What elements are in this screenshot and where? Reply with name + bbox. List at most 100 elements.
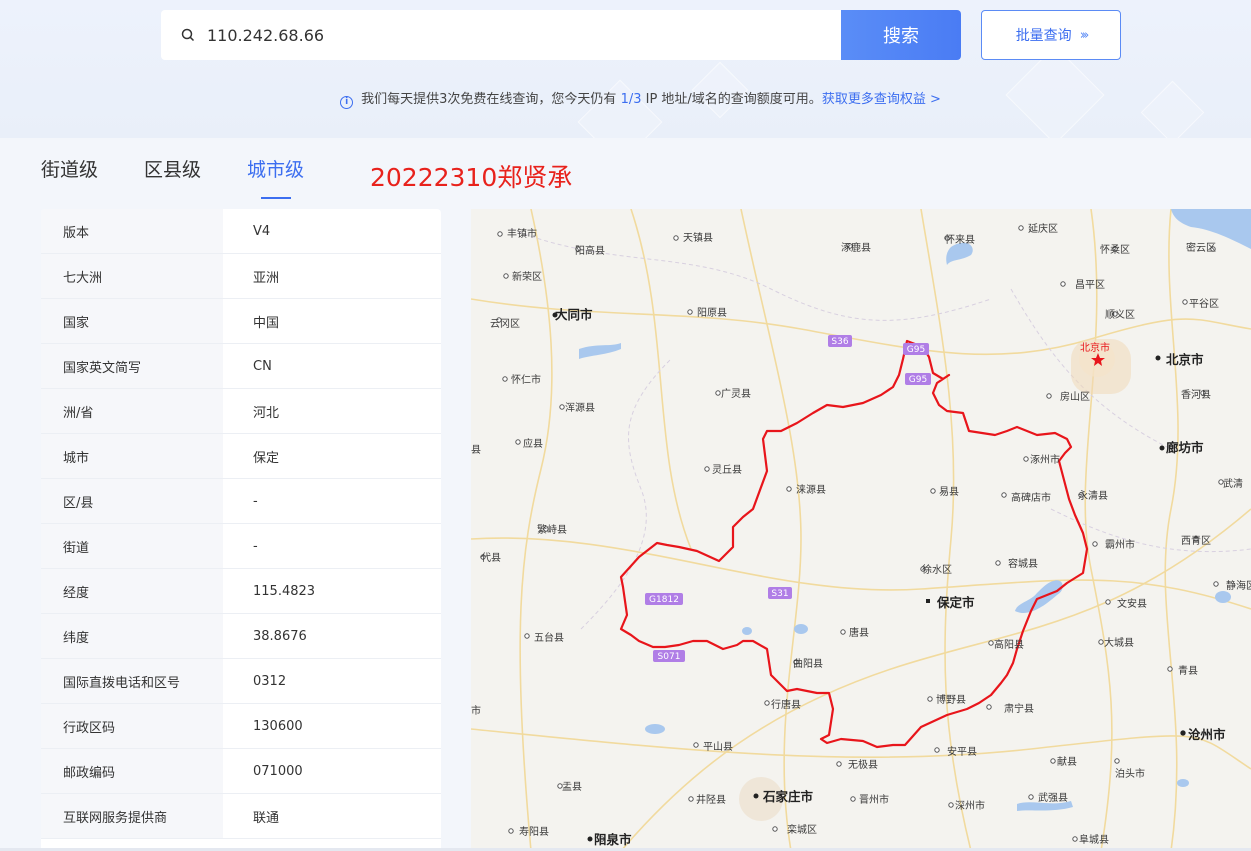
row-key: 城市 xyxy=(41,434,223,478)
table-row: 国家英文简写 CN xyxy=(41,344,441,389)
row-value: V4 xyxy=(253,223,271,239)
map-label: 青县 xyxy=(1178,664,1198,677)
map-label: 浑源县 xyxy=(565,401,595,414)
triple-chevron-right-icon: ››› xyxy=(1079,27,1089,43)
table-row: 城市 保定 xyxy=(41,434,441,479)
map-label: 沧州市 xyxy=(1188,727,1226,742)
row-value: 071000 xyxy=(253,763,303,779)
student-annotation: 20222310郑贤承 xyxy=(370,163,573,192)
map-label: 香河县 xyxy=(1181,389,1211,401)
map-label: 北京市 xyxy=(1166,352,1204,367)
row-value: - xyxy=(253,493,258,509)
map-label: 涿州市 xyxy=(1030,453,1060,466)
location-map[interactable]: S36 G95 G95 G1812 S31 S071 丰镇市 阳高县 天镇县 涿… xyxy=(471,209,1251,851)
quota-notice: i 我们每天提供3次免费在线查询，您今天仍有 1/3 IP 地址/域名的查询额度可… xyxy=(0,88,1251,109)
row-key: 版本 xyxy=(41,209,223,253)
row-key: 区/县 xyxy=(41,479,223,523)
row-value: 中国 xyxy=(253,315,280,331)
row-value: 保定 xyxy=(253,450,280,466)
search-input[interactable] xyxy=(207,25,807,45)
map-label: 寿阳县 xyxy=(519,825,549,838)
map-label: 高碑店市 xyxy=(1011,491,1051,504)
map-label: 大同市 xyxy=(555,307,593,322)
shield-g95-top: G95 xyxy=(903,343,929,355)
svg-text:S071: S071 xyxy=(658,652,681,662)
map-label: 怀来县 xyxy=(945,234,975,246)
svg-text:S31: S31 xyxy=(771,589,788,599)
table-row: 区/县 - xyxy=(41,479,441,524)
table-row: 邮政编码 071000 xyxy=(41,749,441,794)
map-label: 怀柔区 xyxy=(1100,244,1130,256)
tab-street-level[interactable]: 街道级 xyxy=(41,155,98,199)
batch-query-button[interactable]: 批量查询 ››› xyxy=(981,10,1121,60)
tab-county-level[interactable]: 区县级 xyxy=(144,155,201,199)
map-label: 栾城区 xyxy=(787,823,817,836)
map-label: 县 xyxy=(471,444,481,456)
map-label: 阜城县 xyxy=(1079,833,1109,846)
row-key: 七大洲 xyxy=(41,254,223,298)
map-label: 应县 xyxy=(523,437,543,450)
map-label: 北京市 xyxy=(1080,341,1110,354)
level-tabs: 街道级 区县级 城市级 xyxy=(41,155,350,199)
map-label: 延庆区 xyxy=(1028,222,1058,235)
map-label: 云冈区 xyxy=(490,318,520,330)
table-row: 七大洲 亚洲 xyxy=(41,254,441,299)
svg-text:G1812: G1812 xyxy=(649,595,679,605)
map-label: 廊坊市 xyxy=(1166,440,1204,455)
table-row: 互联网服务提供商 联通 xyxy=(41,794,441,839)
map-label: 霸州市 xyxy=(1105,538,1135,551)
map-label: 盂县 xyxy=(562,781,582,793)
row-key: 国际直拨电话和区号 xyxy=(41,659,223,703)
map-label: 阳泉市 xyxy=(594,832,632,847)
map-label: 肃宁县 xyxy=(1004,702,1034,715)
map-label: 安平县 xyxy=(947,745,977,758)
search-box[interactable] xyxy=(161,10,843,60)
map-label: 代县 xyxy=(481,552,501,564)
search-button[interactable]: 搜索 xyxy=(841,10,961,60)
row-key: 经度 xyxy=(41,569,223,613)
table-row: 国际直拨电话和区号 0312 xyxy=(41,659,441,704)
map-label: 新荣区 xyxy=(512,270,542,283)
ip-info-table: 版本 V4 七大洲 亚洲 国家 中国 国家英文简写 CN 洲/省 河北 城市 保定 区/县 -… xyxy=(41,209,441,851)
row-value: CN xyxy=(253,358,272,374)
svg-text:S36: S36 xyxy=(831,337,848,347)
shield-g95-bottom: G95 xyxy=(905,373,931,385)
tab-city-level[interactable]: 城市级 xyxy=(247,155,304,199)
map-label: 唐县 xyxy=(849,626,869,639)
notice-suffix: IP 地址/域名的查询额度可用。 xyxy=(641,92,822,107)
map-label: 丰镇市 xyxy=(507,227,537,240)
map-canvas[interactable]: S36 G95 G95 G1812 S31 S071 丰镇市 阳高县 天镇县 涿… xyxy=(471,209,1251,851)
search-icon xyxy=(181,28,195,42)
quota-count: 1/3 xyxy=(620,92,642,107)
shield-s071: S071 xyxy=(653,650,685,662)
map-label: 容城县 xyxy=(1008,557,1038,570)
map-label: 献县 xyxy=(1057,755,1077,768)
map-label: 武清 xyxy=(1223,477,1243,490)
map-label: 泊头市 xyxy=(1115,767,1145,780)
map-label: 广灵县 xyxy=(721,388,751,400)
svg-text:G95: G95 xyxy=(907,345,925,355)
map-label: 行唐县 xyxy=(771,698,801,711)
batch-query-label: 批量查询 xyxy=(1015,28,1072,44)
map-label: 深州市 xyxy=(955,799,985,812)
map-label: 曲阳县 xyxy=(793,658,823,670)
more-quota-link[interactable]: 获取更多查询权益 > xyxy=(822,92,941,107)
map-label: 永清县 xyxy=(1078,489,1108,502)
row-key: 纬度 xyxy=(41,614,223,658)
table-row: 经度 115.4823 xyxy=(41,569,441,614)
map-label: 平谷区 xyxy=(1189,298,1219,310)
map-label: 平山县 xyxy=(703,741,733,753)
svg-text:G95: G95 xyxy=(909,375,927,385)
shield-s36: S36 xyxy=(828,335,852,347)
map-label: 保定市 xyxy=(936,595,975,610)
map-label: 文安县 xyxy=(1117,597,1147,610)
row-key: 街道 xyxy=(41,524,223,568)
map-label: 涿鹿县 xyxy=(841,241,871,254)
map-label: 涞源县 xyxy=(796,483,826,496)
map-label: 阳原县 xyxy=(697,307,727,319)
map-label: 顺义区 xyxy=(1105,309,1135,321)
table-row: 纬度 38.8676 xyxy=(41,614,441,659)
map-label: 博野县 xyxy=(936,693,966,706)
row-value: 38.8676 xyxy=(253,628,307,644)
map-label: 天镇县 xyxy=(683,231,713,244)
